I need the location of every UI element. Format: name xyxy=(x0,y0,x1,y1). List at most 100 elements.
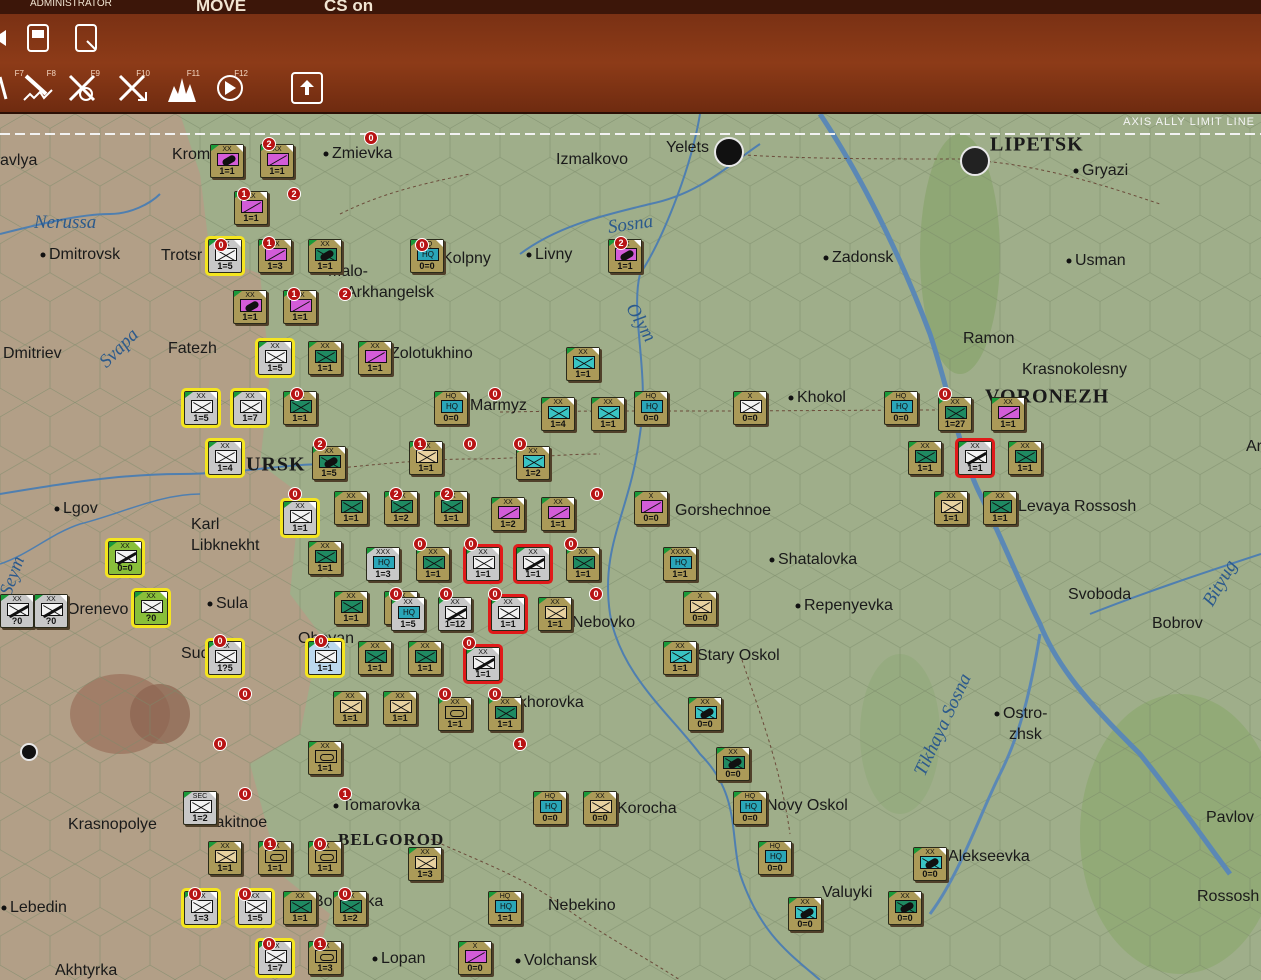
unit-counter[interactable]: XX 0=0 xyxy=(913,847,947,881)
unit-counter[interactable]: XX 0=0 xyxy=(788,897,822,931)
unit-strength-label: 1=1 xyxy=(367,363,383,373)
unit-counter[interactable]: HQHQ0=0 xyxy=(884,391,918,425)
unit-counter[interactable]: XX1=2 xyxy=(491,497,525,531)
unit-counter[interactable]: X 0=0 xyxy=(634,491,668,525)
unit-counter[interactable]: XX1=1 xyxy=(955,438,995,478)
unit-counter[interactable]: XX 1?5 xyxy=(205,638,245,678)
order-badge: 0 xyxy=(313,837,327,851)
unit-counter[interactable]: XX1=3 xyxy=(408,847,442,881)
unit-counter[interactable]: XX 0=0 xyxy=(888,891,922,925)
export-icon[interactable] xyxy=(291,72,323,104)
unit-counter[interactable]: XX ?0 xyxy=(34,594,68,628)
unit-counter[interactable]: XX 1=4 xyxy=(205,438,245,478)
town-label: Libknekht xyxy=(191,537,260,554)
unit-counter[interactable]: XX 0=0 xyxy=(105,538,145,578)
unit-counter[interactable]: XX1=7 xyxy=(230,388,270,428)
unit-counter[interactable]: XX 1=27 xyxy=(938,397,972,431)
unit-counter[interactable]: XX1=1 xyxy=(541,497,575,531)
order-badge: 2 xyxy=(440,487,454,501)
unit-counter[interactable]: XX1=1 xyxy=(283,891,317,925)
unit-counter[interactable]: XX1=1 xyxy=(538,597,572,631)
city-marker-icon[interactable] xyxy=(714,137,744,167)
unit-counter[interactable]: XXXX HQ 1=1 xyxy=(663,547,697,581)
unit-counter[interactable]: XX1=1 xyxy=(408,641,442,675)
unit-counter[interactable]: XX ?0 xyxy=(0,594,34,628)
unit-counter[interactable]: XX 1=4 xyxy=(541,397,575,431)
unit-counter[interactable]: XX 0=0 xyxy=(583,791,617,825)
unit-counter[interactable]: XX1=1 xyxy=(1008,441,1042,475)
unit-counter[interactable]: XX1=1 xyxy=(280,498,320,538)
partial-left-icon[interactable] xyxy=(0,22,18,54)
unit-counter[interactable]: XX1=1 xyxy=(463,544,503,584)
unit-counter[interactable]: XX1=1 xyxy=(438,697,472,731)
unit-counter[interactable]: XX1=1 xyxy=(591,397,625,431)
unit-counter[interactable]: HQHQ0=0 xyxy=(758,841,792,875)
unit-counter[interactable]: XX1=1 xyxy=(383,691,417,725)
unit-counter[interactable]: XX 1=12 xyxy=(438,597,472,631)
unit-symbol-icon xyxy=(215,850,237,863)
unit-counter[interactable]: XX ?0 xyxy=(131,588,171,628)
unit-counter[interactable]: XX1=1 xyxy=(908,441,942,475)
game-map[interactable]: AXIS ALLY LIMIT LINE Nerussa Sosna Svapa Ol… xyxy=(0,114,1261,980)
factory-icon[interactable] xyxy=(960,146,990,176)
unit-symbol-icon xyxy=(498,506,520,519)
unit-counter[interactable]: XX1=1 xyxy=(358,641,392,675)
unit-counter[interactable]: XX 0=0 xyxy=(688,697,722,731)
unit-counter[interactable]: XX1=1 xyxy=(233,290,267,324)
unit-counter[interactable]: X 0=0 xyxy=(733,391,767,425)
unit-counter[interactable]: HQHQ0=0 xyxy=(533,791,567,825)
unit-counter[interactable]: XX1=1 xyxy=(488,697,522,731)
unit-counter[interactable]: XX1=1 xyxy=(663,641,697,675)
unit-strength-label: 1=27 xyxy=(944,419,966,429)
city-marker-icon[interactable] xyxy=(20,743,38,761)
unit-counter[interactable]: HQHQ0=0 xyxy=(733,791,767,825)
unit-counter[interactable]: X 0=0 xyxy=(683,591,717,625)
unit-counter[interactable]: XX HQ 1=5 xyxy=(391,597,425,631)
explosion-icon[interactable]: F11 xyxy=(166,69,200,104)
unit-counter[interactable]: XX1=1 xyxy=(463,644,503,684)
unit-button-icon[interactable] xyxy=(22,22,54,54)
air-strike-icon[interactable]: F10 xyxy=(116,69,150,104)
unit-counter[interactable]: HQHQ0=0 xyxy=(634,391,668,425)
unit-counter[interactable]: SEC 1=2 xyxy=(183,791,217,825)
unit-counter[interactable]: X 0=0 xyxy=(458,941,492,975)
bomber-icon[interactable]: F8 xyxy=(22,69,56,104)
unit-counter[interactable]: XX1=1 xyxy=(566,547,600,581)
unit-counter[interactable]: XX1=1 xyxy=(334,591,368,625)
unit-counter[interactable]: XX1=1 xyxy=(416,547,450,581)
unit-counter[interactable]: XX1=1 xyxy=(334,491,368,525)
unit-counter[interactable]: XX1=5 xyxy=(312,446,346,480)
unit-counter[interactable]: XX1=1 xyxy=(308,239,342,273)
unit-counter[interactable]: XX1=5 xyxy=(255,338,295,378)
unit-symbol-icon xyxy=(341,600,363,613)
unit-counter[interactable]: XX1=1 xyxy=(308,541,342,575)
unit-counter[interactable]: XX1=1 xyxy=(566,347,600,381)
unit-counter[interactable]: XX1=1 xyxy=(934,491,968,525)
unit-strength-label: 1=1 xyxy=(292,523,308,533)
unit-counter[interactable]: HQHQ0=0 xyxy=(434,391,468,425)
unit-counter[interactable]: XX1=5 xyxy=(181,388,221,428)
road-icon[interactable]: F7 xyxy=(0,69,24,104)
unit-counter[interactable]: XX1=1 xyxy=(308,741,342,775)
unit-counter[interactable]: XX1=1 xyxy=(488,594,528,634)
order-badge: 2 xyxy=(262,137,276,151)
unit-counter[interactable]: XX1=1 xyxy=(210,144,244,178)
unit-counter[interactable]: XX1=1 xyxy=(333,691,367,725)
unit-counter[interactable]: XX1=1 xyxy=(308,341,342,375)
unit-strength-label: 1=1 xyxy=(217,863,233,873)
unit-counter[interactable]: XX1=1 xyxy=(208,841,242,875)
unit-counter[interactable]: XX1=1 xyxy=(358,341,392,375)
unit-strength-label: 1=5 xyxy=(267,363,283,373)
unit-counter[interactable]: XXX HQ 1=3 xyxy=(366,547,400,581)
unit-counter[interactable]: XX1=2 xyxy=(516,446,550,480)
unit-counter[interactable]: XX1=1 xyxy=(983,491,1017,525)
menu-administrator[interactable]: ADMINISTRATOR xyxy=(30,0,112,9)
town-label: Krasnopolye xyxy=(68,816,157,833)
unit-counter[interactable]: XX1=1 xyxy=(513,544,553,584)
next-turn-icon[interactable]: F12 xyxy=(214,69,248,104)
unit-counter[interactable]: XX1=1 xyxy=(991,397,1025,431)
unit-card-icon[interactable] xyxy=(70,22,102,54)
unit-counter[interactable]: HQ HQ 1=1 xyxy=(488,891,522,925)
paratrooper-icon[interactable]: F9 xyxy=(66,69,100,104)
unit-counter[interactable]: XX 0=0 xyxy=(716,747,750,781)
